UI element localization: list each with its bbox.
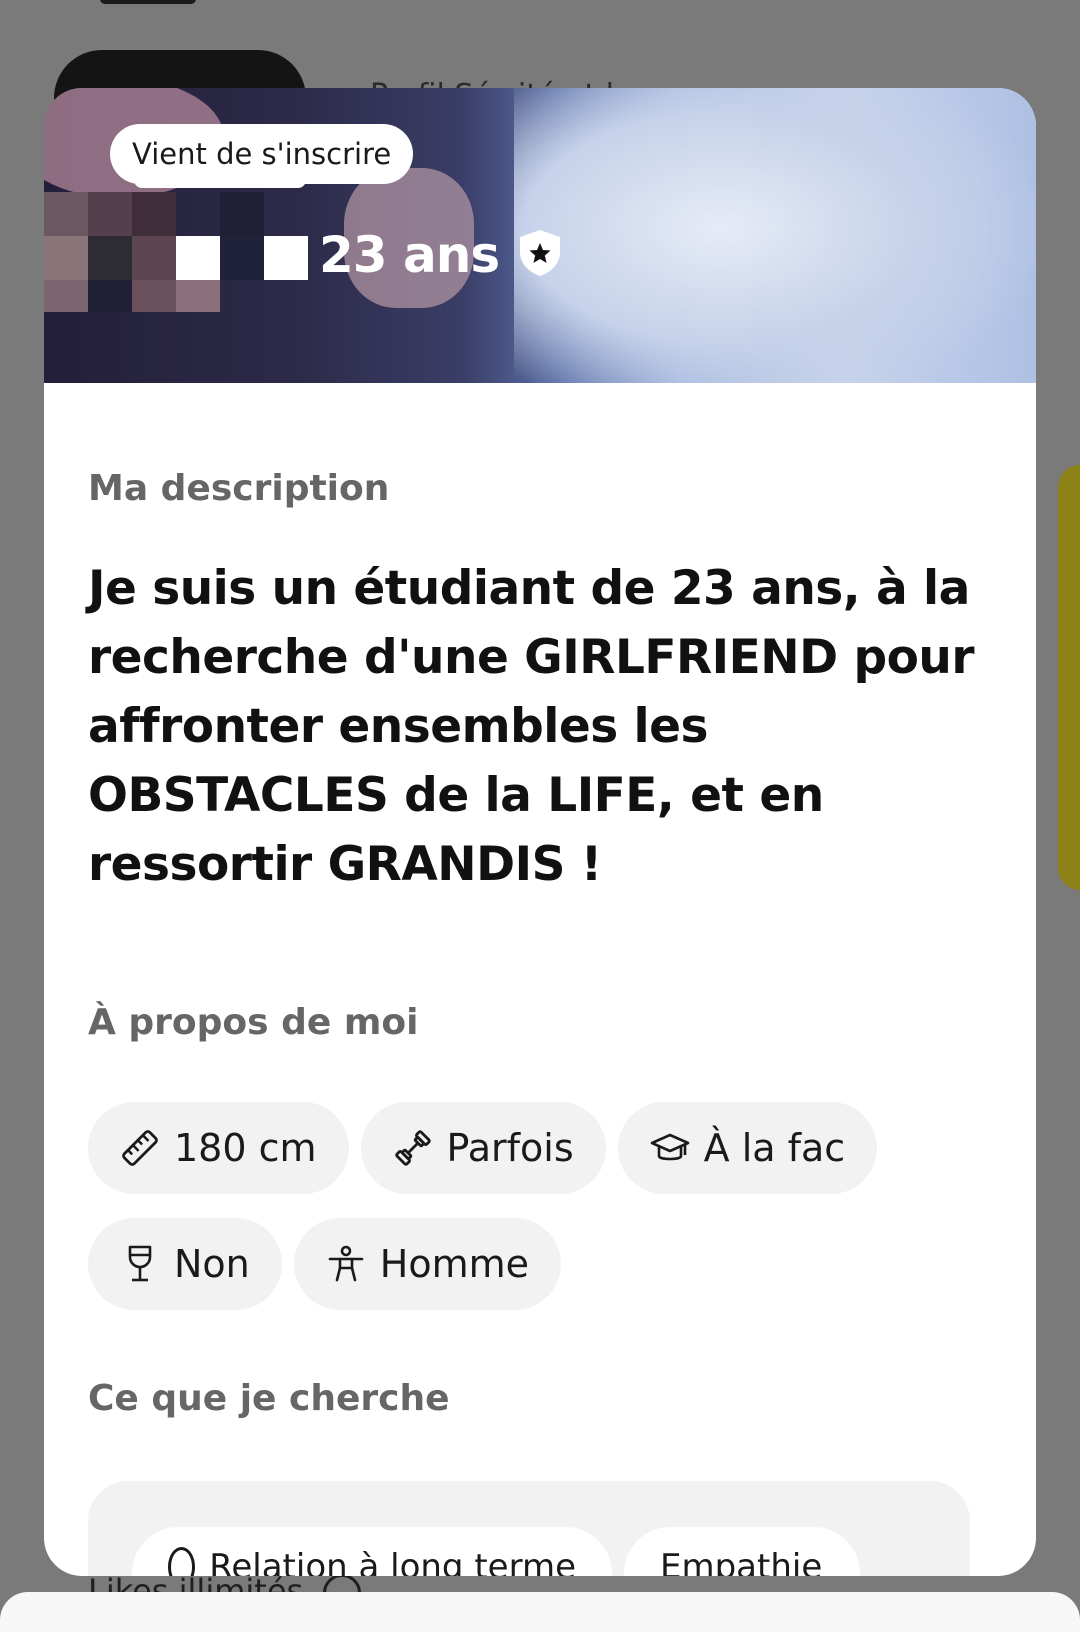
profile-description: Je suis un étudiant de 23 ans, à la rech…: [88, 561, 975, 892]
education-value: À la fac: [703, 1126, 846, 1170]
looking-chip-label: Empathie: [660, 1547, 823, 1576]
drinking-chip: Non: [88, 1218, 282, 1310]
profile-card[interactable]: Vient de s'inscrire 23 ans Ma descriptio…: [44, 88, 1036, 1576]
gender-chip: Homme: [293, 1218, 562, 1310]
education-chip: À la fac: [617, 1102, 878, 1194]
drinking-value: Non: [174, 1242, 250, 1286]
new-member-label: Vient de s'inscrire: [132, 137, 392, 171]
graduation-cap-icon: [650, 1133, 689, 1161]
wine-glass-icon: [128, 1245, 152, 1282]
age-label: 23 ans: [319, 226, 500, 284]
person-icon: [328, 1245, 364, 1282]
next-card-peek: [1058, 465, 1080, 890]
empathy-chip: Empathie: [624, 1527, 860, 1576]
pixelated-name: [44, 192, 314, 312]
dumbbell-icon: [394, 1130, 431, 1166]
height-chip: 180 cm: [88, 1102, 349, 1194]
profile-photo[interactable]: Vient de s'inscrire 23 ans: [44, 88, 1036, 383]
exercise-value: Parfois: [446, 1126, 574, 1170]
about-chips: 180 cm Parfois À la fac Non Homme: [88, 1102, 1008, 1334]
ruler-icon: [122, 1130, 158, 1166]
search-circle-icon: [168, 1547, 196, 1576]
looking-for-title: Ce que je cherche: [88, 1378, 450, 1419]
about-title: À propos de moi: [88, 1002, 419, 1043]
looking-chip-label: Relation à long terme: [209, 1547, 576, 1576]
looking-for-panel: Relation à long terme Empathie: [88, 1481, 970, 1576]
top-handle: [100, 0, 196, 4]
new-member-badge: Vient de s'inscrire: [110, 124, 414, 184]
gender-value: Homme: [379, 1242, 530, 1286]
description-title: Ma description: [88, 468, 390, 509]
photo-shirt: [514, 88, 1034, 383]
bottom-sheet-edge: [0, 1592, 1080, 1632]
verified-shield-icon[interactable]: [515, 228, 565, 278]
long-term-relationship-chip: Relation à long terme: [132, 1527, 612, 1576]
height-value: 180 cm: [174, 1126, 317, 1170]
exercise-chip: Parfois: [360, 1102, 606, 1194]
